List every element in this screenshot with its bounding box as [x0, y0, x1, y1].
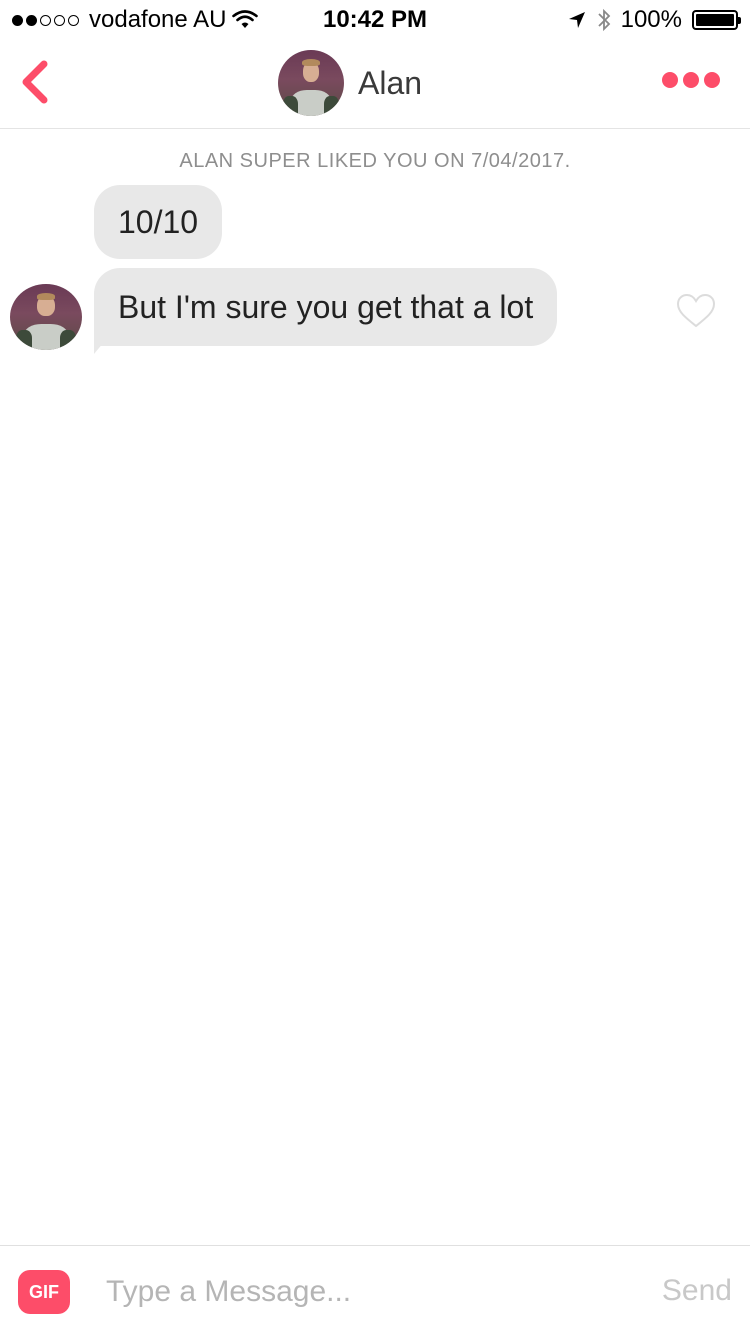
bluetooth-icon: [597, 8, 610, 32]
message-bubble: But I'm sure you get that a lot: [94, 268, 558, 346]
status-right: 100%: [567, 6, 741, 34]
heart-icon: [676, 293, 716, 328]
location-icon: [568, 12, 585, 28]
contact-profile-link[interactable]: Alan: [278, 50, 422, 116]
send-button[interactable]: Send: [662, 1274, 732, 1308]
gif-button[interactable]: GIF: [18, 1270, 70, 1314]
more-dots-icon: [662, 72, 678, 88]
back-button[interactable]: [14, 52, 58, 112]
message-text: 10/10: [118, 203, 199, 240]
sender-avatar[interactable]: [10, 284, 82, 350]
more-options-button[interactable]: [662, 72, 720, 88]
like-message-button[interactable]: [676, 293, 716, 329]
message-composer: GIF Send: [0, 1245, 750, 1335]
battery-fill: [696, 14, 734, 26]
message-bubble: 10/10: [94, 185, 223, 259]
status-bar: vodafone AU 10:42 PM 100%: [0, 0, 750, 40]
battery-icon: [692, 10, 741, 30]
contact-name[interactable]: Alan: [358, 65, 422, 102]
battery-percent: 100%: [620, 6, 682, 33]
bubble-tail: [94, 330, 114, 354]
chevron-left-icon: [22, 60, 48, 104]
message-text: But I'm sure you get that a lot: [118, 288, 534, 325]
contact-avatar[interactable]: [278, 50, 344, 116]
message-input[interactable]: [106, 1268, 626, 1316]
superlike-notice: ALAN SUPER LIKED YOU ON 7/04/2017.: [179, 150, 571, 172]
chat-header: Alan: [0, 40, 750, 129]
